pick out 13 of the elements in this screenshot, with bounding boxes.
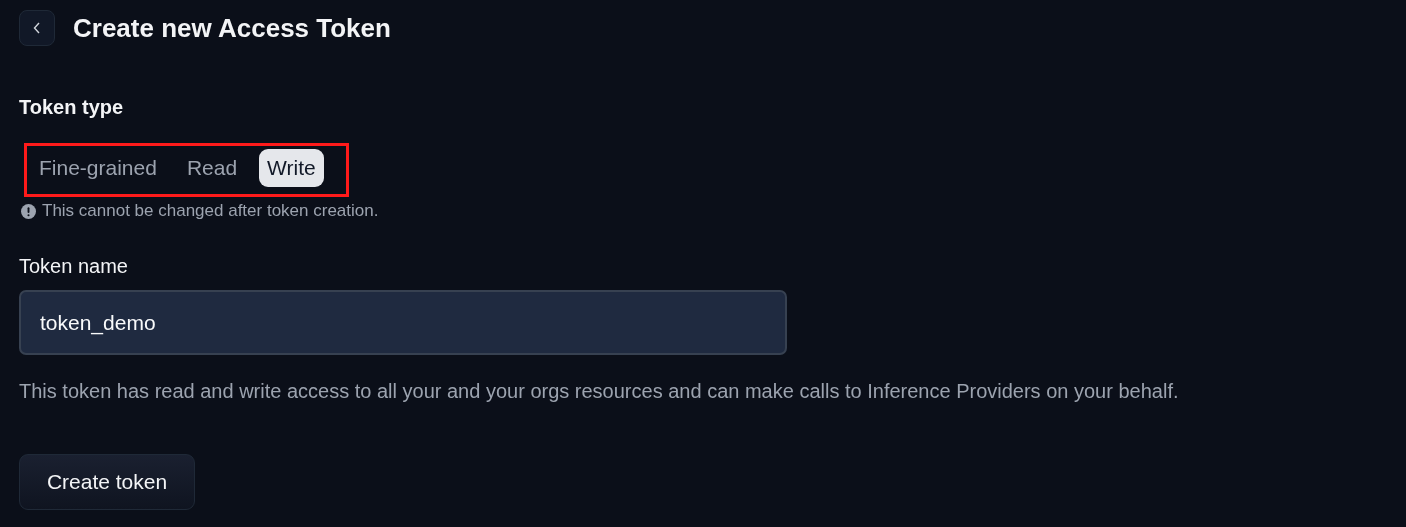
section-label: Token type <box>19 96 125 119</box>
chevron-left-icon <box>33 22 41 34</box>
token-type-tab[interactable]: Read <box>178 149 246 187</box>
field-label: Token name <box>19 255 129 278</box>
create-token-button[interactable]: Create token <box>19 454 195 510</box>
token-type-tab[interactable]: Fine-grained <box>31 149 165 187</box>
back-button[interactable] <box>19 10 55 46</box>
token-name-field[interactable]: token_demo <box>19 290 787 355</box>
warning-note: This cannot be changed after token creation. <box>42 201 379 221</box>
description-text: This token has read and write access to all your and your orgs resources and can make calls to Inference Providers on your behalf. <box>19 380 1180 403</box>
page-title: Create new Access Token <box>73 12 391 44</box>
token-type-tab[interactable]: Write <box>259 149 324 187</box>
exclamation-icon <box>21 203 36 219</box>
